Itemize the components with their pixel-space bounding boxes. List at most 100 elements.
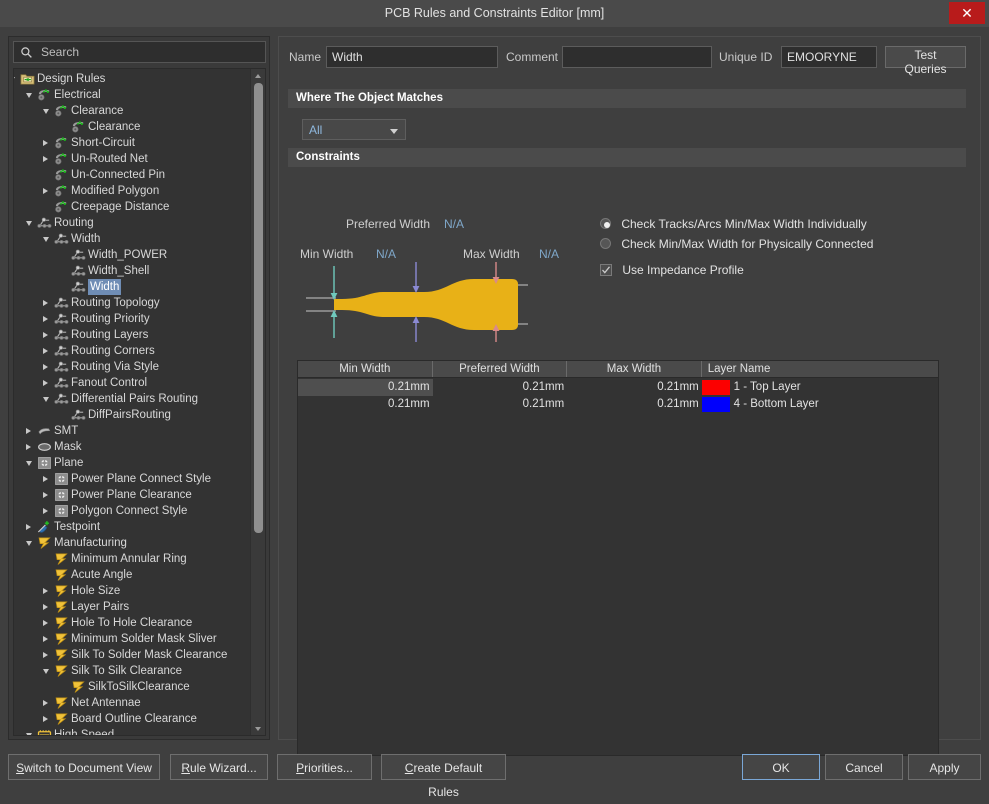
grid-cell-preferred[interactable]: 0.21mm bbox=[433, 396, 568, 413]
grid-cell-layer-name[interactable]: 4 - Bottom Layer bbox=[730, 396, 938, 413]
tree-item-hole-to-hole-clearance[interactable]: Hole To Hole Clearance bbox=[14, 615, 250, 631]
test-queries-button[interactable]: Test Queries bbox=[885, 46, 966, 68]
tree-item-hole-size[interactable]: Hole Size bbox=[14, 583, 250, 599]
tree-item-layer-pairs[interactable]: Layer Pairs bbox=[14, 599, 250, 615]
grid-column-header[interactable]: Min Width bbox=[298, 361, 433, 377]
chevron-right-icon[interactable] bbox=[42, 295, 51, 311]
scrollbar-thumb[interactable] bbox=[254, 83, 263, 533]
tree-item-clearance[interactable]: Clearance bbox=[14, 103, 250, 119]
chevron-down-icon[interactable] bbox=[25, 455, 34, 471]
chevron-right-icon[interactable] bbox=[42, 647, 51, 663]
scroll-down-arrow-icon[interactable] bbox=[251, 722, 266, 735]
grid-column-header[interactable]: Layer Name bbox=[702, 361, 938, 377]
ok-button[interactable]: OK bbox=[742, 754, 820, 780]
rules-tree[interactable]: Design RulesElectricalClearanceClearance… bbox=[13, 68, 266, 736]
tree-item-fanout-control[interactable]: Fanout Control bbox=[14, 375, 250, 391]
unique-id-input[interactable] bbox=[781, 46, 877, 68]
tree-item-testpoint[interactable]: Testpoint bbox=[14, 519, 250, 535]
tree-item-un-routed-net[interactable]: Un-Routed Net bbox=[14, 151, 250, 167]
max-width-value[interactable]: N/A bbox=[539, 247, 559, 261]
tree-item-routing-via-style[interactable]: Routing Via Style bbox=[14, 359, 250, 375]
tree-item-plane[interactable]: Plane bbox=[14, 455, 250, 471]
comment-input[interactable] bbox=[562, 46, 712, 68]
tree-item-mask[interactable]: Mask bbox=[14, 439, 250, 455]
chevron-right-icon[interactable] bbox=[42, 631, 51, 647]
grid-cell-max[interactable]: 0.21mm bbox=[567, 379, 702, 396]
grid-row[interactable]: 0.21mm0.21mm0.21mm1 - Top Layer bbox=[298, 379, 938, 396]
checkbox-impedance-icon[interactable] bbox=[600, 264, 612, 276]
chevron-right-icon[interactable] bbox=[42, 183, 51, 199]
chevron-down-icon[interactable] bbox=[25, 727, 34, 736]
tree-item-width[interactable]: Width bbox=[14, 231, 250, 247]
grid-cell-preferred[interactable]: 0.21mm bbox=[433, 379, 568, 396]
chevron-right-icon[interactable] bbox=[42, 359, 51, 375]
chevron-right-icon[interactable] bbox=[42, 487, 51, 503]
chevron-down-icon[interactable] bbox=[42, 663, 51, 679]
chevron-down-icon[interactable] bbox=[42, 231, 51, 247]
tree-item-routing-layers[interactable]: Routing Layers bbox=[14, 327, 250, 343]
tree-item-power-plane-connect-style[interactable]: Power Plane Connect Style bbox=[14, 471, 250, 487]
tree-item-routing-priority[interactable]: Routing Priority bbox=[14, 311, 250, 327]
chevron-right-icon[interactable] bbox=[25, 519, 34, 535]
search-input[interactable] bbox=[39, 44, 265, 60]
chevron-right-icon[interactable] bbox=[25, 439, 34, 455]
create-default-rules-button[interactable]: Create Default Rules bbox=[381, 754, 506, 780]
tree-item-diffpairsrouting[interactable]: DiffPairsRouting bbox=[14, 407, 250, 423]
tree-scrollbar[interactable] bbox=[250, 69, 265, 735]
chevron-right-icon[interactable] bbox=[42, 343, 51, 359]
grid-cell-min[interactable]: 0.21mm bbox=[298, 396, 433, 413]
chevron-right-icon[interactable] bbox=[42, 471, 51, 487]
constraints-grid[interactable]: Min WidthPreferred WidthMax WidthLayer N… bbox=[297, 360, 939, 756]
radio-check-individually[interactable]: Check Tracks/Arcs Min/Max Width Individu… bbox=[600, 217, 867, 231]
tree-item-differential-pairs-routing[interactable]: Differential Pairs Routing bbox=[14, 391, 250, 407]
chevron-right-icon[interactable] bbox=[42, 711, 51, 727]
chevron-right-icon[interactable] bbox=[42, 327, 51, 343]
rule-wizard-button[interactable]: Rule Wizard... bbox=[170, 754, 268, 780]
min-width-value[interactable]: N/A bbox=[376, 247, 396, 261]
radio-check-physically-connected[interactable]: Check Min/Max Width for Physically Conne… bbox=[600, 237, 873, 251]
switch-to-document-view-button[interactable]: Switch to Document View bbox=[8, 754, 160, 780]
chevron-right-icon[interactable] bbox=[42, 583, 51, 599]
tree-item-polygon-connect-style[interactable]: Polygon Connect Style bbox=[14, 503, 250, 519]
tree-item-smt[interactable]: SMT bbox=[14, 423, 250, 439]
tree-item-short-circuit[interactable]: Short-Circuit bbox=[14, 135, 250, 151]
chevron-right-icon[interactable] bbox=[42, 375, 51, 391]
preferred-width-value[interactable]: N/A bbox=[444, 217, 464, 231]
priorities-button[interactable]: Priorities... bbox=[277, 754, 372, 780]
radio-physically-icon[interactable] bbox=[600, 238, 611, 249]
tree-item-routing-corners[interactable]: Routing Corners bbox=[14, 343, 250, 359]
grid-cell-min[interactable]: 0.21mm bbox=[298, 379, 433, 396]
search-box[interactable] bbox=[13, 41, 266, 63]
tree-item-width-power[interactable]: Width_POWER bbox=[14, 247, 250, 263]
tree-item-high-speed[interactable]: High Speed bbox=[14, 727, 250, 736]
close-button[interactable]: ✕ bbox=[949, 2, 985, 24]
tree-item-clearance[interactable]: Clearance bbox=[14, 119, 250, 135]
chevron-down-icon[interactable] bbox=[42, 103, 51, 119]
tree-item-board-outline-clearance[interactable]: Board Outline Clearance bbox=[14, 711, 250, 727]
name-input[interactable] bbox=[326, 46, 498, 68]
tree-item-manufacturing[interactable]: Manufacturing bbox=[14, 535, 250, 551]
radio-individually-icon[interactable] bbox=[600, 218, 611, 229]
cancel-button[interactable]: Cancel bbox=[825, 754, 903, 780]
chevron-down-icon[interactable] bbox=[13, 71, 17, 87]
tree-item-electrical[interactable]: Electrical bbox=[14, 87, 250, 103]
tree-item-minimum-annular-ring[interactable]: Minimum Annular Ring bbox=[14, 551, 250, 567]
tree-item-design-rules[interactable]: Design Rules bbox=[14, 71, 250, 87]
grid-column-header[interactable]: Max Width bbox=[567, 361, 702, 377]
tree-item-silk-to-solder-mask-clearance[interactable]: Silk To Solder Mask Clearance bbox=[14, 647, 250, 663]
tree-item-un-connected-pin[interactable]: Un-Connected Pin bbox=[14, 167, 250, 183]
apply-button[interactable]: Apply bbox=[908, 754, 981, 780]
tree-item-width[interactable]: Width bbox=[14, 279, 250, 295]
chevron-right-icon[interactable] bbox=[25, 423, 34, 439]
chevron-right-icon[interactable] bbox=[42, 135, 51, 151]
use-impedance-profile-row[interactable]: Use Impedance Profile bbox=[600, 263, 744, 277]
tree-item-routing[interactable]: Routing bbox=[14, 215, 250, 231]
chevron-down-icon[interactable] bbox=[25, 215, 34, 231]
chevron-right-icon[interactable] bbox=[42, 615, 51, 631]
grid-column-header[interactable]: Preferred Width bbox=[433, 361, 568, 377]
chevron-right-icon[interactable] bbox=[42, 599, 51, 615]
grid-cell-max[interactable]: 0.21mm bbox=[567, 396, 702, 413]
chevron-down-icon[interactable] bbox=[42, 391, 51, 407]
tree-item-modified-polygon[interactable]: Modified Polygon bbox=[14, 183, 250, 199]
tree-item-creepage-distance[interactable]: Creepage Distance bbox=[14, 199, 250, 215]
